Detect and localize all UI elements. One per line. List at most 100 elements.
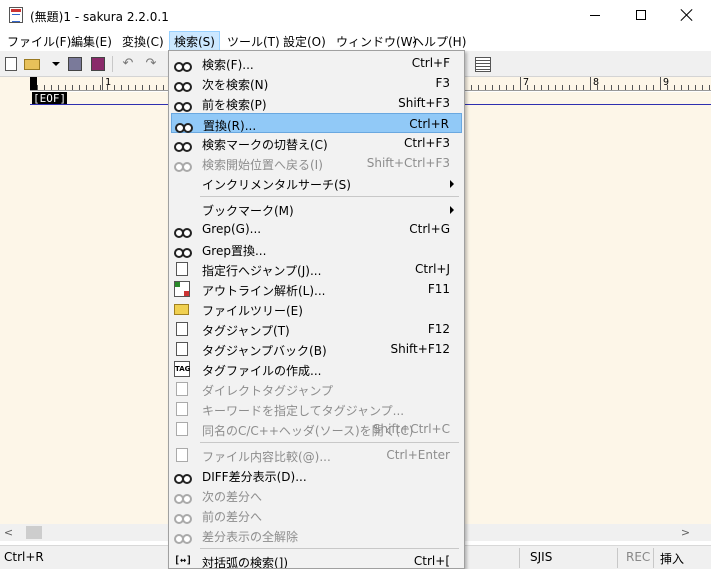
- replace-icon: [175, 116, 193, 133]
- maximize-icon: [636, 10, 646, 20]
- menu-item-keyword-tag-jump[interactable]: キーワードを指定してタグジャンプ...: [171, 399, 462, 419]
- menu-item-shortcut: Ctrl+R: [409, 117, 449, 131]
- maximize-button[interactable]: [618, 0, 664, 30]
- menu-item-return-search-start[interactable]: 検索開始位置へ戻る(I) Shift+Ctrl+F3: [171, 153, 462, 173]
- submenu-arrow-icon: [450, 206, 454, 214]
- menu-edit[interactable]: 編集(E): [71, 31, 112, 51]
- menu-item-grep[interactable]: Grep(G)... Ctrl+G: [171, 219, 462, 239]
- submenu-arrow-icon: [450, 180, 454, 188]
- outline-icon: [174, 281, 190, 297]
- menu-item-label: DIFF差分表示(D)...: [202, 470, 307, 484]
- status-insert-mode[interactable]: 挿入: [660, 550, 684, 567]
- line-number-gutter: [0, 77, 30, 524]
- menu-item-direct-tag-jump[interactable]: ダイレクトタグジャンプ: [171, 379, 462, 399]
- menu-help[interactable]: ヘルプ(H): [412, 31, 466, 51]
- menu-item-label: 置換(R)...: [203, 119, 257, 133]
- grep-replace-icon: [174, 241, 192, 258]
- menu-item-replace[interactable]: 置換(R)... Ctrl+R: [171, 113, 462, 133]
- menu-item-shortcut: F11: [427, 282, 450, 296]
- scroll-left-arrow-icon[interactable]: <: [0, 524, 17, 541]
- minimize-icon: [590, 14, 600, 16]
- next-diff-icon: [174, 487, 192, 504]
- menu-separator: [200, 442, 459, 443]
- prev-diff-icon: [174, 507, 192, 524]
- menu-item-incremental-search[interactable]: インクリメンタルサーチ(S): [171, 173, 462, 193]
- menu-item-label: ダイレクトタグジャンプ: [202, 384, 334, 398]
- grep-icon: [174, 221, 192, 238]
- status-message: Ctrl+R: [4, 550, 44, 564]
- menu-search[interactable]: 検索(S): [169, 31, 220, 51]
- menu-item-shortcut: Ctrl+[: [413, 554, 450, 568]
- close-button[interactable]: [664, 0, 710, 30]
- menu-item-label: ブックマーク(M): [202, 204, 294, 218]
- open-dropdown-arrow-icon[interactable]: [52, 62, 60, 66]
- menu-item-label: キーワードを指定してタグジャンプ...: [202, 404, 405, 418]
- menu-item-shortcut: Ctrl+F: [411, 56, 450, 70]
- new-file-icon[interactable]: [5, 57, 17, 71]
- sakura-app-icon[interactable]: [9, 7, 23, 23]
- search-start-icon: [174, 155, 192, 172]
- menu-item-label: 次を検索(N): [202, 78, 269, 92]
- menu-item-prev-diff[interactable]: 前の差分へ: [171, 505, 462, 525]
- menu-item-find[interactable]: 検索(F)... Ctrl+F: [171, 53, 462, 73]
- menu-window[interactable]: ウィンドウ(W): [336, 31, 417, 51]
- menu-item-bookmark[interactable]: ブックマーク(M): [171, 199, 462, 219]
- redo-icon[interactable]: ↷: [144, 57, 158, 71]
- menu-item-label: インクリメンタルサーチ(S): [202, 178, 351, 192]
- menu-item-tag-jump-back[interactable]: タグジャンプバック(B) Shift+F12: [171, 339, 462, 359]
- menu-item-grep-replace[interactable]: Grep置換...: [171, 239, 462, 259]
- menu-convert[interactable]: 変換(C): [122, 31, 164, 51]
- menu-item-shortcut: Ctrl+G: [409, 222, 450, 236]
- menu-item-shortcut: Shift+Ctrl+F3: [366, 156, 450, 170]
- menu-item-label: 検索(F)...: [202, 58, 254, 72]
- menu-item-next-diff[interactable]: 次の差分へ: [171, 485, 462, 505]
- menu-bar: ファイル(F) 編集(E) 変換(C) 検索(S) ツール(T) 設定(O) ウ…: [0, 30, 711, 51]
- menu-item-clear-diff[interactable]: 差分表示の全解除: [171, 525, 462, 545]
- find-prev-icon: [174, 95, 192, 112]
- menu-item-label: ファイル内容比較(@)...: [202, 450, 331, 464]
- minimize-button[interactable]: [572, 0, 618, 30]
- menu-item-open-header-source[interactable]: 同名のC/C++ヘッダ(ソース)を開く(C) Shift+Ctrl+C: [171, 419, 462, 439]
- menu-item-shortcut: Ctrl+Enter: [386, 448, 450, 462]
- scroll-right-arrow-icon[interactable]: >: [677, 524, 694, 541]
- menu-item-tag-jump[interactable]: タグジャンプ(T) F12: [171, 319, 462, 339]
- toolbar-separator: [112, 56, 113, 72]
- menu-item-find-prev[interactable]: 前を検索(P) Shift+F3: [171, 93, 462, 113]
- menu-item-label: 前の差分へ: [202, 510, 263, 524]
- ruler-number: 1: [102, 77, 111, 90]
- open-folder-icon[interactable]: [24, 59, 40, 70]
- menu-item-compare-file[interactable]: ファイル内容比較(@)... Ctrl+Enter: [171, 445, 462, 465]
- title-bar: (無題)1 - sakura 2.2.0.1: [0, 0, 711, 30]
- menu-item-jump-line[interactable]: 指定行へジャンプ(J)... Ctrl+J: [171, 259, 462, 279]
- menu-tool[interactable]: ツール(T): [227, 31, 280, 51]
- compare-icon: [176, 448, 188, 462]
- menu-item-toggle-search-mark[interactable]: 検索マークの切替え(C) Ctrl+F3: [171, 133, 462, 153]
- status-separator: [617, 548, 618, 568]
- menu-item-file-tree[interactable]: ファイルツリー(E): [171, 299, 462, 319]
- menu-item-label: 指定行へジャンプ(J)...: [202, 264, 322, 278]
- ruler-cursor-marker: [30, 77, 37, 90]
- status-encoding[interactable]: SJIS: [530, 550, 552, 564]
- menu-file[interactable]: ファイル(F): [7, 31, 71, 51]
- clear-diff-icon: [174, 527, 192, 544]
- ruler-number: 9: [660, 77, 669, 90]
- menu-item-shortcut: Ctrl+F3: [404, 136, 450, 150]
- save-as-icon[interactable]: [91, 57, 105, 71]
- menu-item-shortcut: Shift+F3: [398, 96, 450, 110]
- toggle-mark-icon: [174, 135, 192, 152]
- menu-item-label: 前を検索(P): [202, 98, 267, 112]
- menu-item-shortcut: F3: [435, 76, 450, 90]
- menu-item-diff[interactable]: DIFF差分表示(D)...: [171, 465, 462, 485]
- menu-settings[interactable]: 設定(O): [283, 31, 326, 51]
- find-next-icon: [174, 75, 192, 92]
- menu-item-find-next[interactable]: 次を検索(N) F3: [171, 73, 462, 93]
- binoculars-icon: [174, 55, 192, 72]
- undo-icon[interactable]: ↶: [121, 57, 135, 71]
- menu-item-create-tag-file[interactable]: TAG タグファイルの作成...: [171, 359, 462, 379]
- menu-item-find-bracket[interactable]: [↔] 対括弧の検索(]) Ctrl+[: [171, 551, 462, 568]
- toolbar-list-icon[interactable]: [475, 57, 491, 72]
- tag-jump-icon: [176, 322, 188, 336]
- save-icon[interactable]: [68, 57, 82, 71]
- scrollbar-thumb[interactable]: [26, 526, 42, 539]
- menu-item-outline[interactable]: アウトライン解析(L)... F11: [171, 279, 462, 299]
